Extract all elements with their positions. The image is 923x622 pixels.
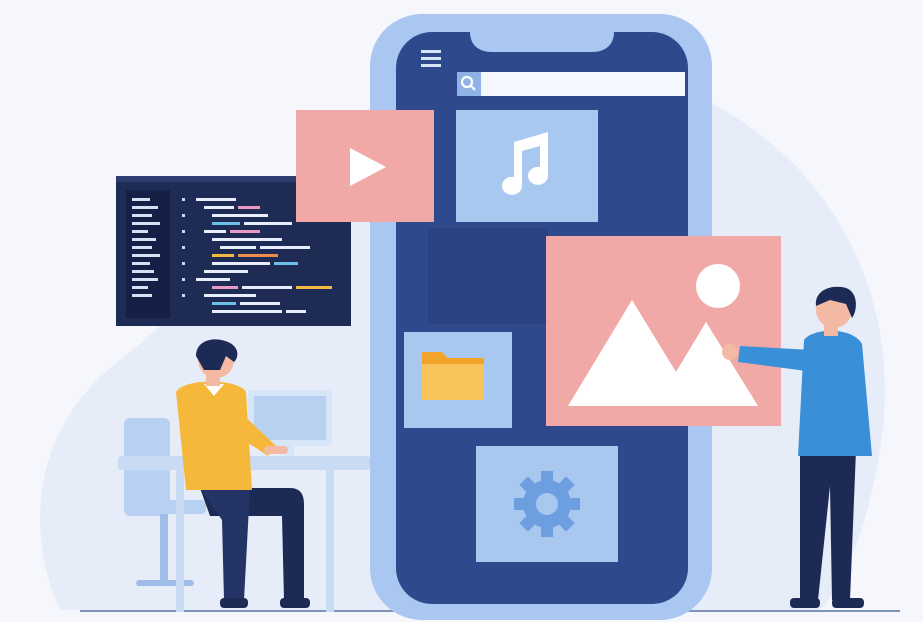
illustration-stage — [0, 0, 923, 622]
menu-icon[interactable] — [421, 50, 441, 67]
search-bar[interactable] — [457, 72, 685, 96]
app-tile-music[interactable] — [456, 110, 598, 222]
illustration-svg — [40, 14, 900, 620]
search-button[interactable] — [457, 72, 481, 96]
folder-icon — [422, 352, 484, 400]
app-tile-blank — [428, 228, 548, 324]
gear-icon — [514, 471, 580, 537]
